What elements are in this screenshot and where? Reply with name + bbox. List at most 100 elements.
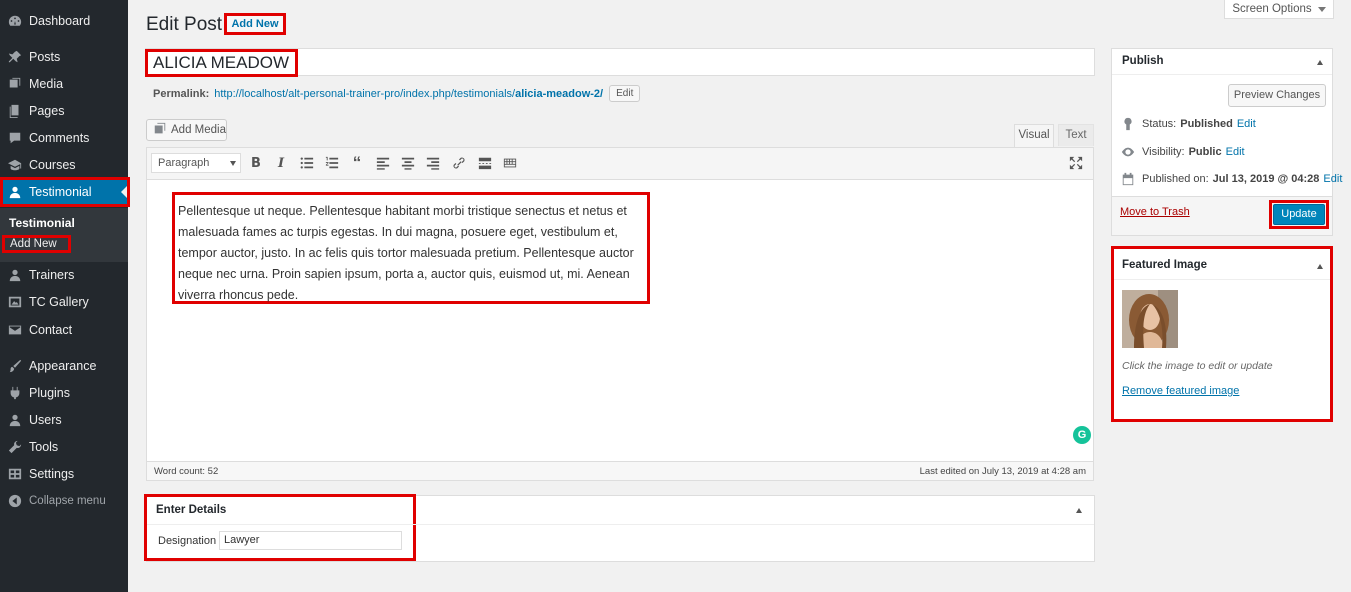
sidebar-item-tools[interactable]: Tools (0, 434, 128, 460)
dashboard-icon (8, 14, 22, 28)
align-center-icon[interactable] (400, 155, 416, 171)
permalink-link[interactable]: http://localhost/alt-personal-trainer-pr… (214, 88, 603, 100)
bulleted-list-icon[interactable] (299, 155, 315, 171)
plugin-icon (8, 386, 22, 400)
sidebar-item-label: Courses (29, 158, 76, 172)
sidebar-item-label: Media (29, 77, 64, 91)
read-more-icon[interactable] (477, 155, 493, 171)
permalink-slug: alicia-meadow-2/ (515, 87, 604, 100)
designation-label: Designation (158, 535, 217, 547)
status-value: Published (1180, 118, 1233, 130)
collapse-toggle-icon[interactable] (1317, 264, 1323, 269)
submenu-item-testimonial[interactable]: Testimonial (9, 216, 75, 230)
gallery-icon (8, 295, 22, 309)
permalink-base: http://localhost/alt-personal-trainer-pr… (214, 87, 516, 100)
fullscreen-icon[interactable] (1068, 155, 1084, 171)
sidebar-item-contact[interactable]: Contact (0, 317, 128, 343)
sidebar-item-label: Pages (29, 104, 65, 118)
sidebar-item-label: Plugins (29, 386, 70, 400)
featured-image-thumbnail[interactable] (1122, 290, 1178, 348)
page-title: Edit Post (146, 14, 223, 35)
post-content-text[interactable]: Pellentesque ut neque. Pellentesque habi… (172, 192, 650, 304)
sidebar-item-users[interactable]: Users (0, 407, 128, 433)
permalink-row: Permalink: http://localhost/alt-personal… (153, 85, 641, 102)
featured-image-title: Featured Image (1122, 259, 1207, 271)
visibility-edit-link[interactable]: Edit (1226, 146, 1245, 158)
sidebar-item-label: Comments (29, 131, 90, 145)
italic-icon[interactable]: I (273, 155, 289, 171)
sidebar-item-posts[interactable]: Posts (0, 44, 128, 70)
sidebar-item-comments[interactable]: Comments (0, 125, 128, 151)
screen-options-button[interactable]: Screen Options (1224, 0, 1334, 19)
details-divider (147, 524, 1094, 525)
tab-text[interactable]: Text (1058, 124, 1094, 146)
add-media-button[interactable]: Add Media (146, 119, 227, 141)
wrench-icon (8, 440, 22, 454)
word-count: Word count: 52 (154, 465, 219, 477)
toolbar-toggle-icon[interactable] (502, 155, 518, 171)
pin-icon (1124, 117, 1132, 131)
sidebar-item-label: Collapse menu (29, 495, 106, 507)
user-icon (8, 268, 22, 282)
last-edited: Last edited on July 13, 2019 at 4:28 am (919, 465, 1086, 477)
move-to-trash-link[interactable]: Move to Trash (1120, 206, 1190, 218)
sidebar-item-pages[interactable]: Pages (0, 98, 128, 124)
numbered-list-icon[interactable] (324, 155, 340, 171)
settings-icon (8, 467, 22, 481)
collapse-toggle-icon[interactable] (1317, 60, 1323, 65)
sidebar-item-plugins[interactable]: Plugins (0, 380, 128, 406)
chevron-down-icon (1317, 6, 1326, 12)
sidebar-item-dashboard[interactable]: Dashboard (0, 8, 128, 34)
enter-details-title: Enter Details (156, 504, 227, 516)
collapse-toggle-icon[interactable] (1076, 508, 1082, 513)
brush-icon (8, 359, 22, 373)
editor-status-bar: Word count: 52 Last edited on July 13, 2… (146, 461, 1094, 481)
featured-image-hint: Click the image to edit or update (1122, 360, 1273, 372)
sidebar-item-media[interactable]: Media (0, 71, 128, 97)
testimonial-submenu: Testimonial Add New (0, 208, 128, 262)
designation-input[interactable]: Lawyer (219, 531, 402, 550)
sidebar-item-courses[interactable]: Courses (0, 152, 128, 178)
update-button[interactable]: Update (1273, 204, 1325, 225)
align-left-icon[interactable] (375, 155, 391, 171)
grammarly-icon[interactable]: G (1073, 426, 1091, 444)
media-icon (153, 122, 167, 139)
published-on-row: Published on: Jul 13, 2019 @ 04:28 Edit (1121, 172, 1342, 186)
publish-divider (1112, 74, 1332, 75)
calendar-icon (1122, 172, 1134, 186)
sidebar-item-settings[interactable]: Settings (0, 461, 128, 487)
users-icon (8, 413, 22, 427)
sidebar-item-appearance[interactable]: Appearance (0, 353, 128, 379)
publish-title: Publish (1122, 55, 1164, 67)
post-title-input[interactable]: ALICIA MEADOW (145, 49, 298, 77)
sidebar-item-label: Posts (29, 50, 61, 64)
bold-icon[interactable]: B (248, 155, 264, 171)
sidebar-item-trainers[interactable]: Trainers (0, 262, 128, 288)
blockquote-icon[interactable]: “ (349, 153, 365, 172)
collapse-menu-button[interactable]: Collapse menu (0, 488, 128, 514)
pin-icon (8, 50, 22, 64)
sidebar-item-tc-gallery[interactable]: TC Gallery (0, 289, 128, 315)
preview-changes-button[interactable]: Preview Changes (1228, 84, 1326, 107)
remove-featured-image-link[interactable]: Remove featured image (1122, 385, 1239, 397)
align-right-icon[interactable] (425, 155, 441, 171)
submenu-item-add-new[interactable]: Add New (2, 235, 71, 253)
courses-icon (8, 158, 22, 172)
media-icon (8, 77, 22, 91)
status-edit-link[interactable]: Edit (1237, 118, 1256, 130)
visibility-label: Visibility: (1142, 146, 1185, 158)
link-icon[interactable] (451, 155, 467, 171)
status-label: Status: (1142, 118, 1177, 130)
published-edit-link[interactable]: Edit (1323, 173, 1342, 185)
editor-top-area (146, 103, 1094, 147)
permalink-edit-button[interactable]: Edit (609, 85, 641, 102)
published-value: Jul 13, 2019 @ 04:28 (1212, 173, 1320, 185)
screen-options-label: Screen Options (1232, 3, 1312, 15)
mail-icon (8, 323, 22, 337)
add-new-button[interactable]: Add New (224, 13, 286, 35)
tab-visual[interactable]: Visual (1014, 124, 1054, 147)
sidebar-item-label: Dashboard (29, 14, 91, 28)
collapse-icon (8, 494, 22, 508)
format-select[interactable]: Paragraph (151, 153, 241, 173)
featured-divider (1114, 279, 1330, 280)
